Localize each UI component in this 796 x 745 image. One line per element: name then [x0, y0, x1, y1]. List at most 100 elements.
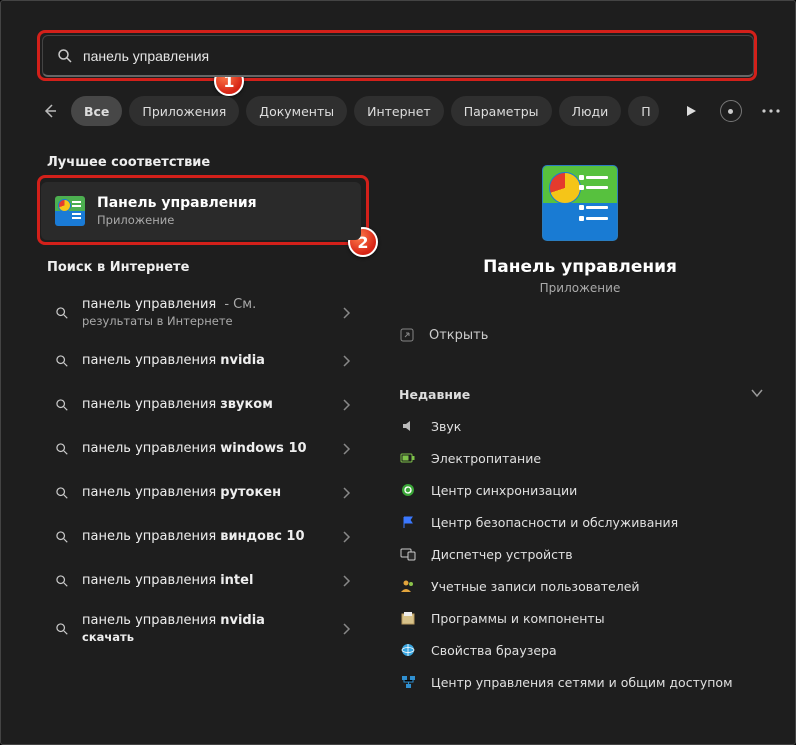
recent-item-label: Центр управления сетями и общим доступом: [431, 675, 733, 690]
recent-item[interactable]: Свойства браузера: [383, 634, 777, 666]
preview-title: Панель управления: [383, 257, 777, 277]
web-heading: Поиск в Интернете: [47, 260, 361, 275]
speaker-icon: [399, 418, 417, 435]
web-result-base: панель управления: [82, 441, 216, 458]
search-window: 1 2 Все Приложения Документы Интернет Па…: [0, 0, 796, 745]
search-icon: [55, 622, 69, 636]
web-result-suffix: виндовс 10: [220, 529, 304, 546]
web-result-base: панель управления: [82, 529, 216, 546]
web-result-suffix: nvidia: [220, 613, 265, 628]
search-icon: [55, 442, 69, 456]
recent-item[interactable]: Электропитание: [383, 442, 777, 474]
recent-item[interactable]: Диспетчер устройств: [383, 538, 777, 570]
best-match-result[interactable]: Панель управления Приложение: [41, 182, 361, 240]
control-panel-icon-large: [542, 165, 618, 241]
open-in-bing[interactable]: [720, 100, 742, 122]
web-result-suffix: windows 10: [220, 441, 306, 458]
control-panel-icon: [55, 196, 85, 226]
web-result-base: панель управления: [82, 397, 216, 414]
search-icon: [57, 48, 73, 64]
web-result-base: панель управления: [82, 613, 216, 628]
search-icon: [55, 398, 69, 412]
chevron-right-icon: [342, 306, 351, 320]
chevron-right-icon: [342, 486, 351, 500]
recent-item[interactable]: Центр синхронизации: [383, 474, 777, 506]
chevron-right-icon: [342, 574, 351, 588]
recent-item-label: Программы и компоненты: [431, 611, 605, 626]
browser-icon: [399, 642, 417, 659]
search-icon: [55, 354, 69, 368]
web-result[interactable]: панель управления nvidia скачать: [41, 603, 361, 655]
recent-item[interactable]: Звук: [383, 410, 777, 442]
devices-icon: [399, 546, 417, 563]
more-button[interactable]: [756, 96, 786, 126]
flag-icon: [399, 514, 417, 531]
recent-item-label: Свойства браузера: [431, 643, 557, 658]
chevron-right-icon: [342, 354, 351, 368]
play-button[interactable]: [676, 96, 706, 126]
preview-column: Панель управления Приложение Открыть Нед…: [383, 145, 777, 744]
recent-item-label: Центр безопасности и обслуживания: [431, 515, 678, 530]
web-result-base: панель управления: [82, 573, 216, 590]
sync-icon: [399, 482, 417, 499]
filter-tabs: Все Приложения Документы Интернет Параме…: [42, 95, 757, 127]
programs-icon: [399, 610, 417, 627]
recent-item-label: Центр синхронизации: [431, 483, 577, 498]
web-result[interactable]: панель управленияintel: [41, 559, 361, 603]
web-result-second: скачать: [82, 630, 342, 645]
preview-subtitle: Приложение: [383, 281, 777, 295]
search-icon: [55, 306, 69, 320]
results-column: Лучшее соответствие Панель управления Пр…: [41, 145, 361, 744]
web-result-suffix: intel: [220, 573, 253, 590]
network-icon: [399, 674, 417, 691]
web-results: панель управления - См. результаты в Инт…: [41, 287, 361, 655]
web-result-base: панель управления: [82, 297, 216, 312]
recent-item-label: Электропитание: [431, 451, 541, 466]
search-input[interactable]: [83, 48, 739, 64]
battery-icon: [399, 450, 417, 467]
recent-heading: Недавние: [399, 387, 777, 402]
web-result[interactable]: панель управлениязвуком: [41, 383, 361, 427]
web-result[interactable]: панель управлениярутокен: [41, 471, 361, 515]
tab-settings[interactable]: Параметры: [451, 96, 552, 126]
web-result-suffix: рутокен: [220, 485, 281, 502]
best-match-title: Панель управления: [97, 195, 257, 211]
tab-apps[interactable]: Приложения: [129, 96, 239, 126]
users-icon: [399, 578, 417, 595]
expand-toggle[interactable]: [745, 381, 769, 405]
back-button[interactable]: [42, 99, 58, 123]
recent-item-label: Учетные записи пользователей: [431, 579, 640, 594]
web-result[interactable]: панель управленияnvidia: [41, 339, 361, 383]
open-action[interactable]: Открыть: [383, 313, 777, 357]
tab-all[interactable]: Все: [71, 96, 122, 126]
chevron-right-icon: [342, 442, 351, 456]
web-result[interactable]: панель управлениявиндовс 10: [41, 515, 361, 559]
search-icon: [55, 486, 69, 500]
web-result-trail: - См.: [224, 297, 256, 312]
web-result-second: результаты в Интернете: [82, 314, 342, 329]
recent-item[interactable]: Учетные записи пользователей: [383, 570, 777, 602]
best-match-subtitle: Приложение: [97, 213, 257, 227]
chevron-right-icon: [342, 398, 351, 412]
web-result-base: панель управления: [82, 485, 216, 502]
web-result-base: панель управления: [82, 353, 216, 370]
recent-item-label: Звук: [431, 419, 461, 434]
chevron-right-icon: [342, 622, 351, 636]
tab-truncated[interactable]: П: [628, 96, 658, 126]
best-match-heading: Лучшее соответствие: [47, 155, 361, 170]
recent-item[interactable]: Центр безопасности и обслуживания: [383, 506, 777, 538]
recent-item[interactable]: Центр управления сетями и общим доступом: [383, 666, 777, 698]
web-result-suffix: nvidia: [220, 353, 265, 370]
recent-item-label: Диспетчер устройств: [431, 547, 573, 562]
web-result[interactable]: панель управления - См. результаты в Инт…: [41, 287, 361, 339]
recent-item[interactable]: Программы и компоненты: [383, 602, 777, 634]
search-bar[interactable]: [42, 35, 754, 77]
preview-hero: Панель управления Приложение: [383, 145, 777, 295]
web-result[interactable]: панель управленияwindows 10: [41, 427, 361, 471]
tab-people[interactable]: Люди: [559, 96, 622, 126]
search-icon: [55, 574, 69, 588]
tab-docs[interactable]: Документы: [246, 96, 347, 126]
open-label: Открыть: [429, 328, 488, 343]
tab-web[interactable]: Интернет: [354, 96, 444, 126]
open-icon: [399, 327, 415, 343]
